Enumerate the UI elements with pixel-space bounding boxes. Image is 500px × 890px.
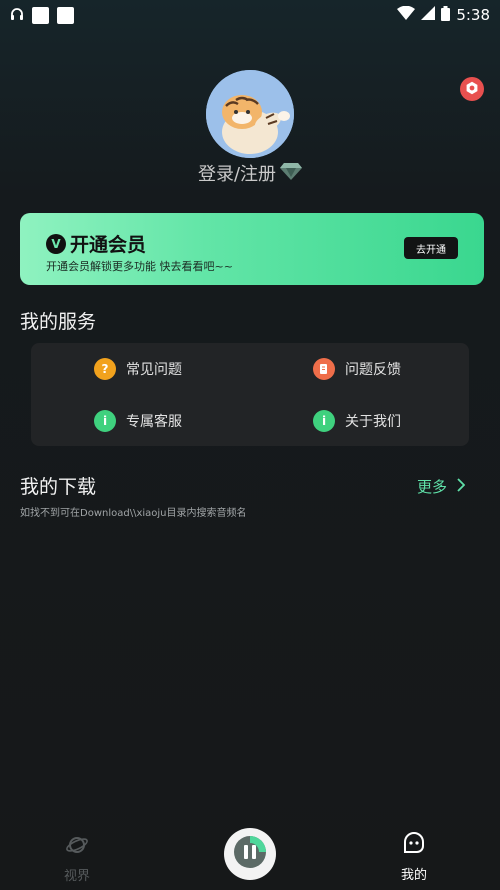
notification-square-icon: [32, 6, 49, 24]
login-row[interactable]: 登录/注册: [0, 160, 500, 186]
diamond-icon: [280, 161, 303, 185]
notification-square-icon: [57, 6, 74, 24]
status-time: 5:38: [456, 6, 490, 24]
status-icons-right: 5:38: [397, 5, 490, 25]
status-icons-left: [10, 6, 74, 25]
service-item-about[interactable]: i 关于我们: [313, 410, 401, 432]
gear-icon: [465, 80, 479, 99]
open-vip-button[interactable]: 去开通: [404, 237, 458, 259]
ghost-face-icon: [401, 832, 427, 860]
player-button[interactable]: [224, 828, 276, 880]
download-hint: 如找不到可在Download\\xiaoju目录内搜索音频名: [20, 508, 247, 519]
vip-title: 开通会员: [70, 234, 147, 256]
settings-button[interactable]: [460, 77, 484, 101]
service-label: 专属客服: [126, 414, 182, 430]
battery-icon: [441, 5, 451, 25]
status-bar: 5:38: [0, 0, 500, 30]
avatar[interactable]: [206, 70, 294, 158]
login-register-link[interactable]: 登录/注册: [198, 160, 276, 186]
headphones-icon: [10, 6, 24, 25]
service-item-feedback[interactable]: 问题反馈: [313, 358, 401, 380]
info-icon: i: [313, 410, 335, 432]
vip-subtitle: 开通会员解锁更多功能 快去看看吧~~: [46, 260, 233, 273]
service-label: 关于我们: [345, 414, 401, 430]
feedback-icon: [313, 358, 335, 380]
planet-icon: [65, 833, 89, 861]
nav-label: 视界: [64, 869, 91, 884]
nav-item-mine[interactable]: 我的: [401, 832, 427, 883]
wifi-icon: [397, 5, 416, 24]
downloads-title: 我的下载: [20, 476, 97, 498]
service-label: 常见问题: [126, 362, 182, 378]
service-label: 问题反馈: [345, 362, 401, 378]
vip-title-row: V 开通会员: [46, 230, 146, 257]
downloads-more-link[interactable]: 更多: [417, 476, 466, 497]
more-label: 更多: [417, 478, 448, 496]
services-card: ? 常见问题 问题反馈 i 专属客服 i 关于我们: [31, 343, 469, 446]
nav-label: 我的: [401, 868, 428, 883]
signal-icon: [421, 6, 436, 24]
services-title: 我的服务: [20, 311, 97, 333]
chevron-right-icon: [457, 477, 466, 496]
vip-banner[interactable]: V 开通会员 开通会员解锁更多功能 快去看看吧~~ 去开通: [20, 213, 484, 285]
service-icon: i: [94, 410, 116, 432]
vip-badge-icon: V: [46, 233, 66, 254]
question-icon: ?: [94, 358, 116, 380]
service-item-support[interactable]: i 专属客服: [94, 410, 182, 432]
tiger-avatar-illustration: [206, 70, 294, 158]
pause-icon: [230, 832, 270, 876]
nav-item-explore[interactable]: 视界: [64, 833, 90, 884]
service-item-faq[interactable]: ? 常见问题: [94, 358, 182, 380]
